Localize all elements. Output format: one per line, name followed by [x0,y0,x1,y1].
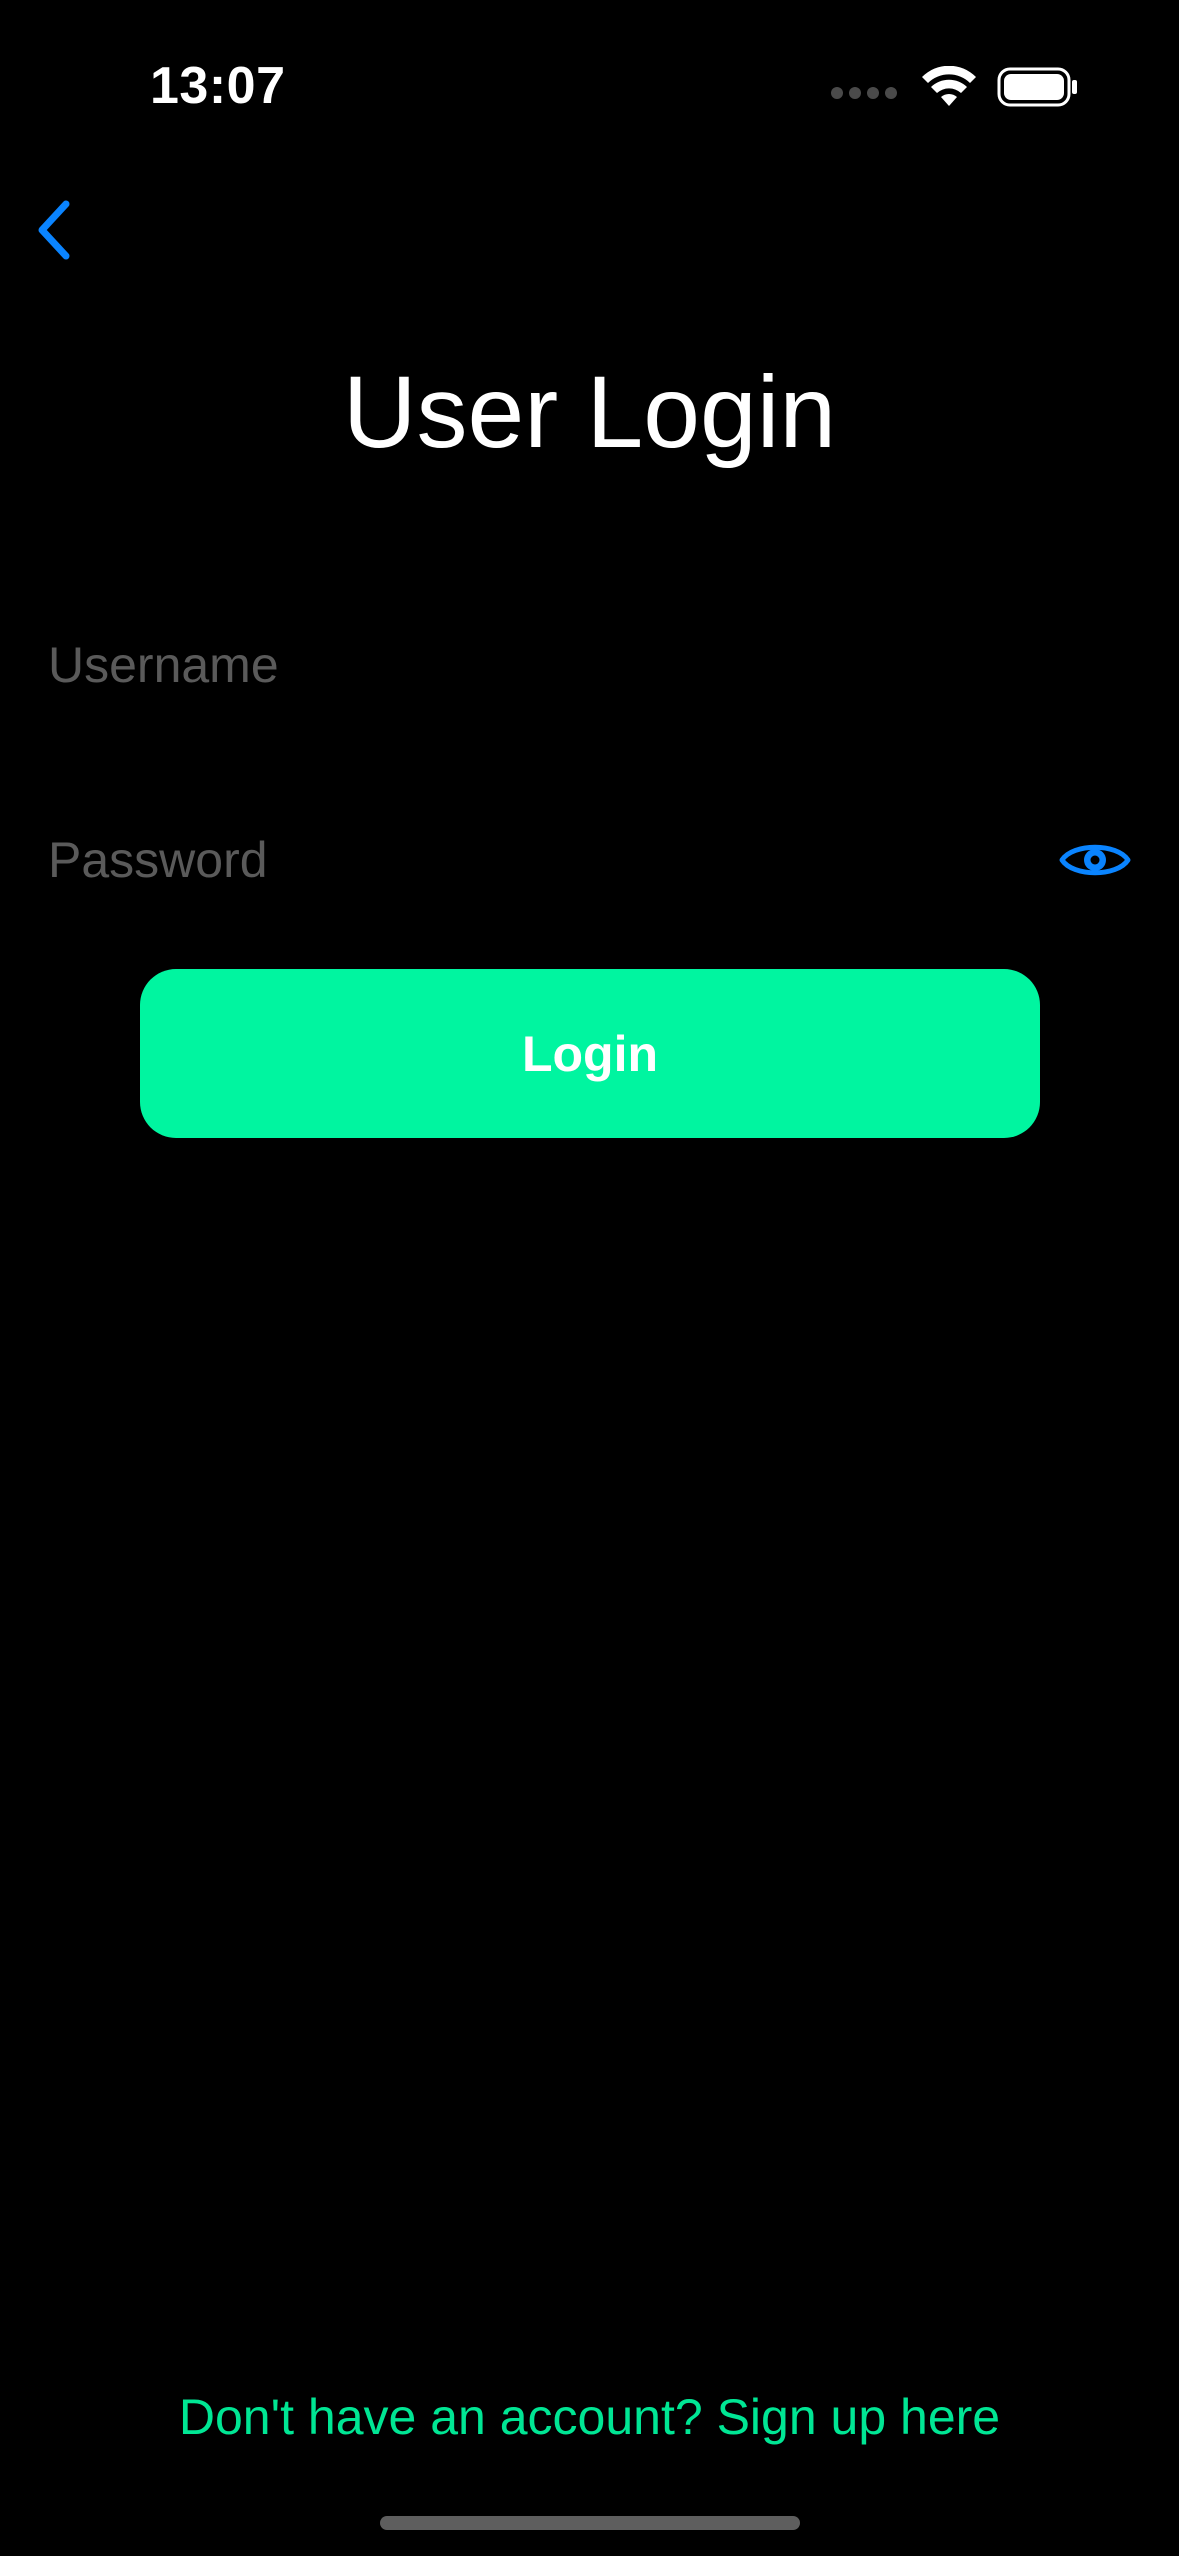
home-indicator [380,2516,800,2530]
chevron-left-icon [38,200,70,260]
login-button[interactable]: Login [140,969,1040,1138]
status-time: 13:07 [150,57,286,115]
username-input[interactable] [48,636,1131,694]
status-icons [831,62,1079,112]
password-input[interactable] [48,831,1059,889]
wifi-icon [922,66,976,106]
eye-icon [1059,844,1131,876]
password-field[interactable] [48,815,1131,905]
battery-icon [997,67,1077,107]
page-title: User Login [342,355,837,469]
cellular-signal-icon [831,87,897,99]
signup-link[interactable]: Don't have an account? Sign up here [0,2388,1179,2446]
password-visibility-toggle[interactable] [1059,835,1131,885]
username-field[interactable] [48,620,1131,710]
back-button[interactable] [14,190,94,270]
